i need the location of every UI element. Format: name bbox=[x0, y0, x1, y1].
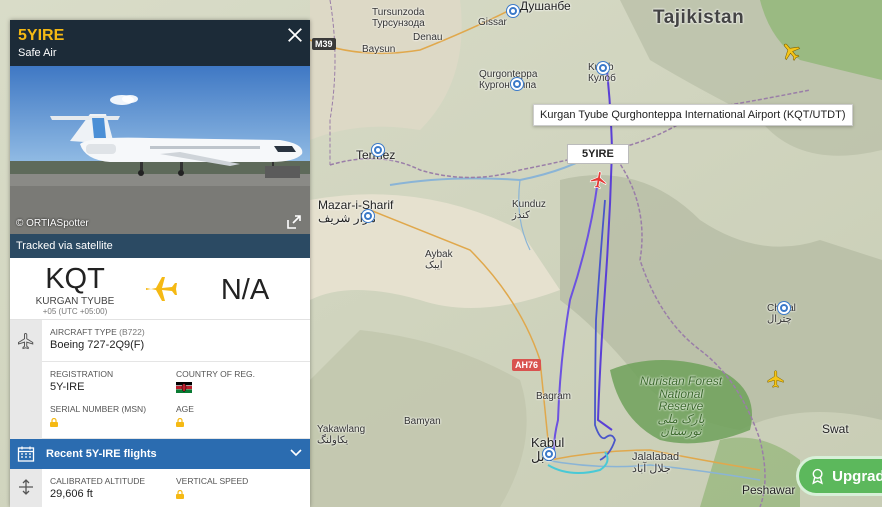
upgrade-button[interactable]: Upgrade bbox=[796, 456, 882, 496]
airport-pin-chitral[interactable] bbox=[778, 302, 790, 314]
origin-timezone: +05 (UTC +05:00) bbox=[42, 307, 108, 316]
origin-code: KQT bbox=[45, 263, 105, 295]
city-label-yakawlang: Yakawlang یکاولنگ bbox=[317, 424, 366, 446]
airport-tooltip: Kurgan Tyube Qurghonteppa International … bbox=[533, 104, 853, 126]
destination-block: N/A bbox=[180, 272, 310, 305]
altitude-row: CALIBRATED ALTITUDE 29,606 ft VERTICAL S… bbox=[42, 469, 310, 507]
aircraft-type-label: AIRCRAFT TYPE bbox=[50, 327, 117, 337]
aircraft-icon[interactable] bbox=[766, 369, 786, 389]
calendar-icon bbox=[17, 446, 35, 462]
registration-label: REGISTRATION bbox=[50, 369, 114, 379]
aircraft-icon bbox=[18, 333, 34, 350]
close-icon[interactable] bbox=[286, 26, 304, 44]
airplane-icon bbox=[141, 269, 179, 308]
airport-pin-mazar[interactable] bbox=[362, 210, 374, 222]
altitude-value: 29,606 ft bbox=[50, 488, 93, 500]
airport-pin-kabul[interactable] bbox=[543, 448, 555, 460]
lock-icon[interactable] bbox=[176, 490, 184, 499]
city-label-aybak: Aybak ایبک bbox=[425, 249, 453, 271]
airport-pin-termez[interactable] bbox=[372, 144, 384, 156]
registration-value: 5Y-IRE bbox=[50, 381, 85, 393]
serial-row: SERIAL NUMBER (MSN) AGE bbox=[42, 400, 310, 439]
route-summary: KQT KURGAN TYUBE +05 (UTC +05:00) N/A bbox=[10, 258, 310, 320]
recent-flights-label: Recent 5Y-IRE flights bbox=[46, 448, 157, 460]
aircraft-details: AIRCRAFT TYPE (B722) Boeing 727-2Q9(F) R… bbox=[10, 320, 310, 439]
origin-block[interactable]: KQT KURGAN TYUBE +05 (UTC +05:00) bbox=[10, 261, 140, 317]
flight-info-panel: 5YIRE Safe Air © ORTIASpotter Tracked vi… bbox=[10, 20, 310, 507]
city-label-qurgonteppa: Qurgonteppa Кургонтеппа bbox=[479, 69, 538, 91]
aircraft-type-value: Boeing 727-2Q9(F) bbox=[50, 339, 145, 351]
city-label-kunduz: Kunduz کندز bbox=[512, 199, 546, 221]
upgrade-label: Upgrade bbox=[832, 467, 882, 485]
origin-city: KURGAN TYUBE bbox=[35, 296, 115, 307]
country-label: COUNTRY OF REG. bbox=[176, 369, 256, 379]
city-label-gissar: Gissar bbox=[478, 17, 507, 28]
altitude-icon-cell bbox=[10, 469, 42, 505]
selected-aircraft-icon[interactable] bbox=[589, 170, 609, 190]
altitude-icon bbox=[19, 479, 33, 495]
road-badge-m39: M39 bbox=[312, 38, 336, 50]
details-icon-column bbox=[10, 320, 42, 439]
serial-label: SERIAL NUMBER (MSN) bbox=[50, 404, 147, 414]
airport-pin-qurgonteppa[interactable] bbox=[511, 78, 523, 90]
city-label-bagram: Bagram bbox=[536, 391, 572, 402]
kenya-flag-icon bbox=[176, 382, 192, 393]
aircraft-type-code: (B722) bbox=[119, 327, 145, 337]
airline-name[interactable]: Safe Air bbox=[18, 47, 302, 59]
badge-icon bbox=[812, 468, 823, 485]
panel-header: 5YIRE Safe Air bbox=[10, 20, 310, 66]
registration-row: REGISTRATION 5Y-IRE COUNTRY OF REG. bbox=[42, 362, 310, 400]
city-label-swat: Swat bbox=[822, 422, 849, 436]
road-badge-ah76: AH76 bbox=[512, 359, 542, 371]
city-label-dushanbe: Душанбе bbox=[520, 0, 571, 13]
city-label-jalalabad: Jalalabad جلال آباد bbox=[632, 451, 680, 475]
lock-icon[interactable] bbox=[176, 418, 184, 427]
park-label-nuristan: Nuristan Forest National Reserve پارک مل… bbox=[640, 374, 723, 439]
details-info-column: AIRCRAFT TYPE (B722) Boeing 727-2Q9(F) R… bbox=[42, 320, 310, 439]
flight-details-icon-column bbox=[10, 469, 42, 507]
vertical-speed-label: VERTICAL SPEED bbox=[176, 476, 249, 486]
city-label-baysun: Baysun bbox=[362, 44, 396, 55]
age-label: AGE bbox=[176, 404, 194, 414]
flight-details-info-column: CALIBRATED ALTITUDE 29,606 ft VERTICAL S… bbox=[42, 469, 310, 507]
flight-callsign: 5YIRE bbox=[18, 27, 65, 44]
city-label-mazar: Mazar-i-Sharif مزار شریف bbox=[318, 198, 394, 225]
destination-code: N/A bbox=[220, 274, 270, 306]
aircraft-type-row: AIRCRAFT TYPE (B722) Boeing 727-2Q9(F) bbox=[42, 320, 310, 362]
aircraft-icon[interactable] bbox=[780, 40, 802, 62]
aircraft-photo-image bbox=[10, 66, 310, 234]
city-label-tursunzoda: Tursunzoda Турсунзода bbox=[372, 7, 425, 29]
aircraft-callsign-tag[interactable]: 5YIRE bbox=[567, 144, 629, 164]
tracking-source: Tracked via satellite bbox=[10, 234, 310, 258]
aircraft-type-icon-cell bbox=[10, 320, 42, 362]
city-label-peshawar: Peshawar bbox=[742, 483, 796, 497]
airport-pin-dushanbe[interactable] bbox=[507, 5, 519, 17]
photo-credit[interactable]: © ORTIASpotter bbox=[16, 218, 89, 229]
chevron-down-icon bbox=[290, 449, 302, 457]
flight-details: CALIBRATED ALTITUDE 29,606 ft VERTICAL S… bbox=[10, 469, 310, 507]
country-label-tajikistan: Tajikistan bbox=[653, 7, 745, 28]
expand-icon[interactable] bbox=[286, 214, 302, 230]
altitude-label: CALIBRATED ALTITUDE bbox=[50, 476, 146, 486]
airport-pin-kulob[interactable] bbox=[597, 62, 609, 74]
recent-flights-toggle[interactable]: Recent 5Y-IRE flights bbox=[10, 439, 310, 469]
city-label-bamyan: Bamyan bbox=[404, 416, 441, 427]
aircraft-photo[interactable]: © ORTIASpotter bbox=[10, 66, 310, 234]
lock-icon[interactable] bbox=[50, 418, 58, 427]
city-label-denau: Denau bbox=[413, 32, 443, 43]
